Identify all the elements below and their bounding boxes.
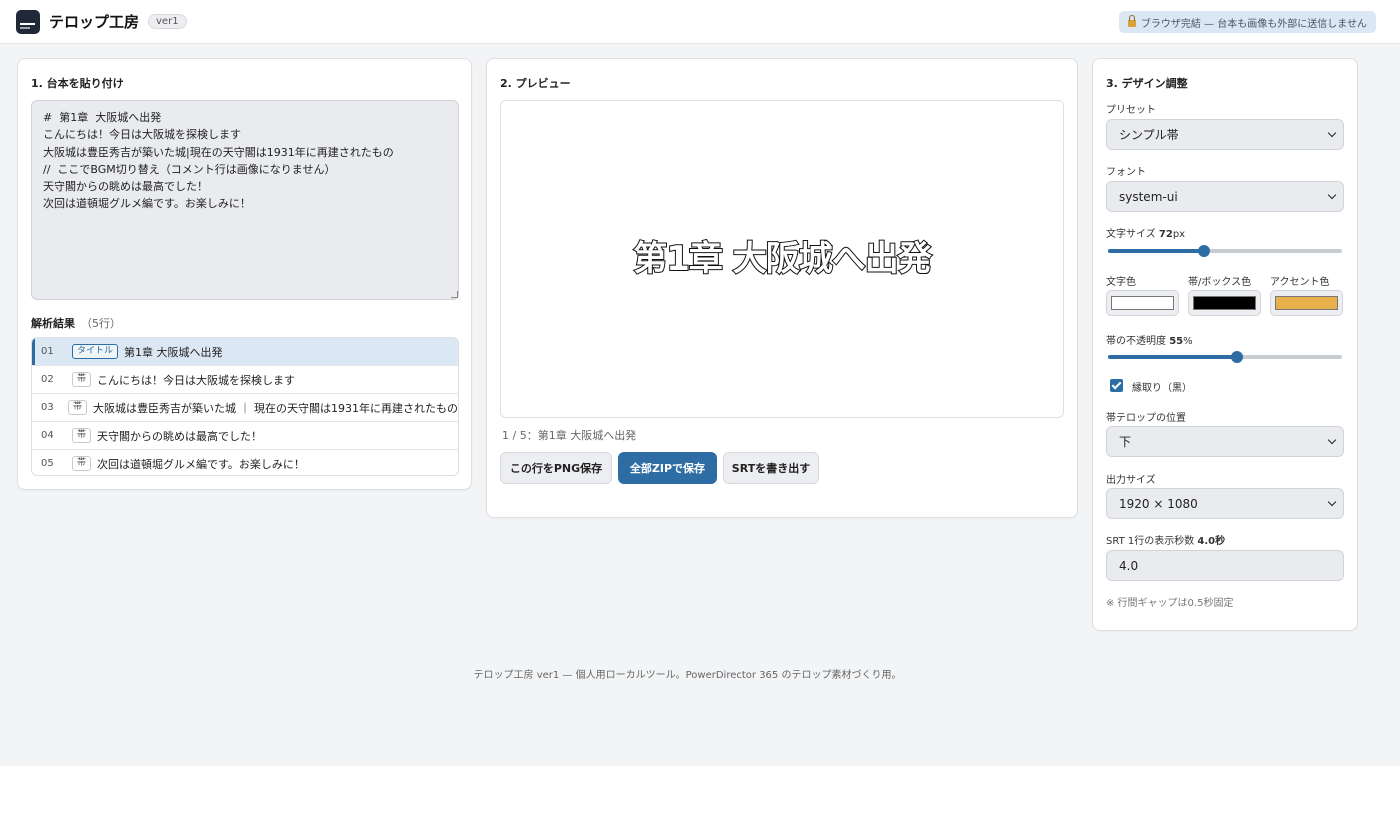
- row-type-tag: 帯: [67, 400, 87, 415]
- list-item[interactable]: 02 帯 こんにちは！今日は大阪城を探検します: [32, 366, 458, 394]
- version-badge: ver1: [148, 14, 187, 29]
- preview-panel-title: 2. プレビュー: [500, 77, 571, 90]
- row-text: 第1章 大阪城へ出発: [124, 345, 223, 359]
- font-size-slider[interactable]: [1106, 244, 1344, 258]
- preset-label: プリセット: [1106, 105, 1156, 116]
- outline-checkbox-label: 縁取り（黒）: [1132, 383, 1192, 394]
- row-number: 02: [41, 374, 54, 385]
- row-type-tag: 帯: [72, 456, 92, 471]
- opacity-label-text: 帯の不透明度: [1106, 336, 1166, 347]
- slider-fill: [1108, 249, 1204, 253]
- list-item[interactable]: 01 タイトル 第1章 大阪城へ出発: [32, 338, 458, 366]
- row-type-tag: 帯: [72, 428, 92, 443]
- chevron-down-icon: [1327, 497, 1337, 507]
- srt-duration-label: SRT 1行の表示秒数 4.0秒: [1106, 532, 1225, 547]
- font-size-label: 文字サイズ 72px: [1106, 225, 1185, 240]
- list-item[interactable]: 03 帯 大阪城は豊臣秀吉が築いた城 ｜ 現在の天守閣は1931年に再建されたも…: [32, 394, 458, 422]
- text-color-swatch: [1111, 296, 1174, 310]
- font-size-unit: px: [1172, 229, 1186, 240]
- row-text: 大阪城は豊臣秀吉が築いた城 ｜ 現在の天守閣は1931年に再建されたもの: [93, 401, 458, 415]
- row-text: 天守閣からの眺めは最高でした！: [97, 429, 263, 443]
- slider-fill: [1108, 355, 1237, 359]
- preview-status: 1 / 5：第1章 大阪城へ出発: [502, 429, 637, 442]
- script-textarea[interactable]: # 第1章 大阪城へ出発 こんにちは！今日は大阪城を探検します 大阪城は豊臣秀吉…: [31, 100, 459, 300]
- preview-telop-text: 第1章 大阪城へ出発: [632, 238, 932, 280]
- privacy-notice-text: ブラウザ完結 — 台本も画像も外部に送信しません: [1140, 18, 1367, 30]
- preview-panel: 2. プレビュー 第1章 大阪城へ出発 1 / 5：第1章 大阪城へ出発 この行…: [486, 58, 1078, 518]
- accent-color-label: アクセント色: [1270, 277, 1330, 288]
- preset-select[interactable]: シンプル帯: [1106, 119, 1344, 150]
- result-heading-label: 解析結果: [31, 317, 75, 330]
- export-srt-button[interactable]: SRTを書き出す: [723, 452, 819, 484]
- output-size-label: 出力サイズ: [1106, 475, 1156, 486]
- app-title: テロップ工房: [49, 13, 140, 31]
- row-number: 05: [41, 458, 54, 469]
- row-number: 03: [41, 402, 54, 413]
- position-label: 帯テロップの位置: [1106, 413, 1186, 424]
- result-count: （5行）: [81, 317, 121, 330]
- font-size-label-text: 文字サイズ: [1106, 229, 1156, 240]
- app-root: テロップ工房 ver1 ブラウザ完結 — 台本も画像も外部に送信しません 1. …: [0, 0, 1400, 766]
- srt-duration-label-text: SRT 1行の表示秒数: [1106, 536, 1195, 547]
- band-color-label: 帯/ボックス色: [1188, 277, 1252, 288]
- row-type-tag: 帯: [72, 372, 92, 387]
- design-panel-title: 3. デザイン調整: [1106, 77, 1188, 90]
- opacity-unit: %: [1183, 336, 1193, 347]
- row-number: 04: [41, 430, 54, 441]
- font-size-value: 72: [1158, 229, 1173, 240]
- gap-note: ※ 行間ギャップは0.5秒固定: [1106, 598, 1234, 609]
- script-panel: 1. 台本を貼り付け # 第1章 大阪城へ出発 こんにちは！今日は大阪城を探検し…: [17, 58, 472, 490]
- opacity-label: 帯の不透明度 55%: [1106, 332, 1193, 347]
- result-heading: 解析結果 （5行）: [31, 315, 121, 331]
- srt-duration-display: 4.0秒: [1197, 536, 1226, 547]
- position-select[interactable]: 下: [1106, 426, 1344, 457]
- opacity-slider[interactable]: [1106, 350, 1344, 364]
- srt-duration-input[interactable]: 4.0: [1106, 550, 1344, 581]
- save-zip-button[interactable]: 全部ZIPで保存: [618, 452, 717, 484]
- font-label: フォント: [1106, 167, 1146, 178]
- preset-select-value: シンプル帯: [1119, 128, 1179, 142]
- text-color-label: 文字色: [1106, 277, 1136, 288]
- top-bar: テロップ工房 ver1 ブラウザ完結 — 台本も画像も外部に送信しません: [0, 0, 1400, 44]
- chevron-down-icon: [1327, 128, 1337, 138]
- output-size-select[interactable]: 1920 × 1080: [1106, 488, 1344, 519]
- privacy-notice: ブラウザ完結 — 台本も画像も外部に送信しません: [1118, 11, 1376, 33]
- accent-color-picker[interactable]: [1270, 290, 1343, 316]
- row-text: こんにちは！今日は大阪城を探検します: [97, 373, 296, 387]
- lock-icon: [1127, 14, 1136, 27]
- list-item[interactable]: 04 帯 天守閣からの眺めは最高でした！: [32, 422, 458, 450]
- footer: テロップ工房 ver1 — 個人用ローカルツール。PowerDirector 3…: [473, 670, 902, 681]
- position-select-value: 下: [1119, 435, 1132, 449]
- chevron-down-icon: [1327, 435, 1337, 445]
- slider-thumb[interactable]: [1197, 245, 1210, 257]
- row-number: 01: [41, 346, 54, 357]
- app-logo-icon: [16, 9, 40, 34]
- slider-thumb[interactable]: [1230, 351, 1243, 363]
- result-list: 01 タイトル 第1章 大阪城へ出発 02 帯 こんにちは！今日は大阪城を探検し…: [31, 337, 459, 476]
- accent-color-swatch: [1275, 296, 1338, 310]
- band-color-picker[interactable]: [1188, 290, 1261, 316]
- script-panel-title: 1. 台本を貼り付け: [31, 77, 124, 90]
- outline-checkbox[interactable]: [1110, 379, 1123, 392]
- chevron-down-icon: [1327, 190, 1337, 200]
- opacity-value: 55: [1169, 336, 1184, 347]
- design-panel: 3. デザイン調整 プリセット シンプル帯 フォント system-ui 文字サ…: [1092, 58, 1358, 631]
- font-select[interactable]: system-ui: [1106, 181, 1344, 212]
- output-size-select-value: 1920 × 1080: [1119, 496, 1198, 511]
- font-select-value: system-ui: [1119, 189, 1178, 204]
- preview-canvas: 第1章 大阪城へ出発: [500, 100, 1064, 418]
- row-type-tag: タイトル: [72, 344, 119, 359]
- list-item[interactable]: 05 帯 次回は道頓堀グルメ編です。お楽しみに！: [32, 450, 458, 475]
- text-color-picker[interactable]: [1106, 290, 1179, 316]
- save-png-button[interactable]: この行をPNG保存: [500, 452, 612, 484]
- textarea-resize-handle[interactable]: [451, 291, 461, 301]
- row-text: 次回は道頓堀グルメ編です。お楽しみに！: [97, 457, 305, 471]
- band-color-swatch: [1193, 296, 1256, 310]
